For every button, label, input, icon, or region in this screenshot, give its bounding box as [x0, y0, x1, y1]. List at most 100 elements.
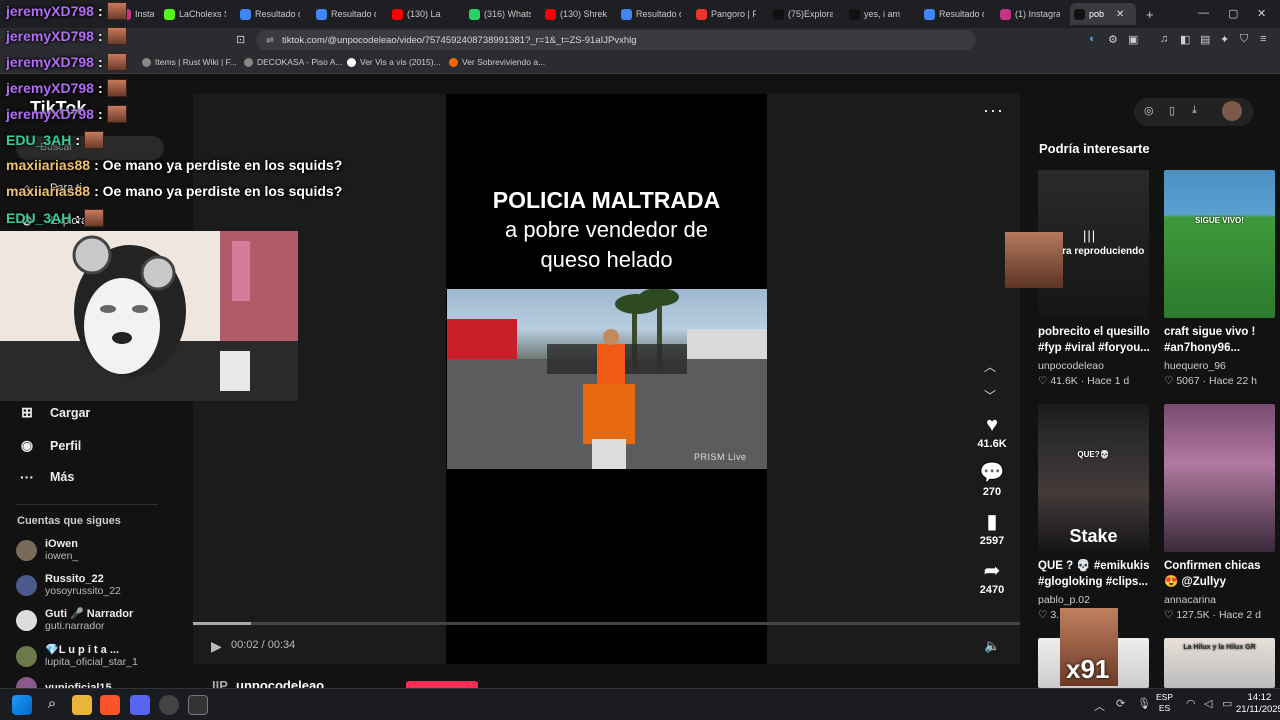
recommendation-title[interactable]: Confirmen chicas [1164, 559, 1280, 574]
search-icon[interactable]: ⌕ [42, 695, 62, 715]
chat-emote-icon [106, 27, 127, 45]
browser-tab[interactable]: (1) Instagra [996, 3, 1060, 25]
media-icon[interactable]: ♫ [1160, 33, 1168, 45]
browser-tab[interactable]: (130) La [388, 3, 454, 25]
avatar[interactable] [1222, 101, 1242, 121]
brave-icon[interactable] [100, 695, 120, 715]
recommendation-author[interactable]: annacarina [1164, 594, 1216, 606]
progress-track[interactable] [193, 622, 1020, 625]
bookmark-item[interactable]: DECOKASA - Piso A... [244, 57, 343, 67]
screenshot-icon[interactable]: ▣ [1128, 33, 1138, 46]
download-icon[interactable]: ⤓ [1192, 104, 1197, 117]
tab-label: (75)Explora [788, 9, 833, 19]
wifi-icon[interactable]: ◠ [1186, 697, 1196, 710]
recommendation-thumbnail[interactable]: La Hilux y la Hilux GR [1164, 638, 1275, 688]
file-explorer-icon[interactable] [72, 695, 92, 715]
browser-tab[interactable]: (316) Whats [465, 3, 531, 25]
chat-username: jeremyXD798 [6, 28, 94, 44]
bookmark-favicon-icon [244, 57, 253, 67]
chat-emote-icon [84, 209, 105, 227]
speaker-icon[interactable]: ◁ [1204, 697, 1212, 710]
bookmark-item[interactable]: Items | Rust Wiki | F... [142, 57, 237, 67]
browser-tab[interactable]: Resultado d [236, 3, 300, 25]
recommendation-author[interactable]: huequero_96 [1164, 360, 1226, 372]
thumbnail-caption: QUE?💀 [1077, 450, 1110, 459]
new-tab-button[interactable]: + [1146, 7, 1154, 22]
bookmark-item[interactable]: Ver Vis a vis (2015)... [347, 57, 441, 67]
recommendation-stats: ♡ 127.5K · Hace 2 d [1164, 609, 1261, 621]
sync-icon[interactable]: ⟳ [1116, 697, 1125, 710]
obs-icon[interactable] [159, 695, 179, 715]
vpn-icon[interactable]: ⛉ [1240, 33, 1248, 46]
following-heading: Cuentas que sigues [17, 515, 121, 527]
recommendations-heading: Podría interesarte [1039, 141, 1150, 156]
chat-message: EDU_3AH: [6, 131, 105, 149]
bookmark-icon[interactable]: ⊡ [236, 33, 245, 46]
equalizer-icon: ||| [1083, 228, 1097, 243]
more-options-icon[interactable]: ··· [983, 100, 1004, 121]
share-button[interactable]: ➦ 2470 [970, 560, 1014, 596]
recommendation-thumbnail[interactable]: QUE?💀 Stake [1038, 404, 1149, 552]
discord-icon[interactable] [130, 695, 150, 715]
browser-tab[interactable]: Pangoro | P [692, 3, 756, 25]
start-icon[interactable] [12, 695, 32, 715]
following-account[interactable]: 💎L u p i t a ... lupita_oficial_star_1 [16, 644, 138, 668]
browser-tab[interactable]: yes, i am [845, 3, 909, 25]
recommendation-title[interactable]: craft sigue vivo ! [1164, 325, 1280, 340]
recommendation-title[interactable]: #glogloking #clips... [1038, 575, 1154, 590]
tab-close-icon[interactable]: ✕ [1116, 9, 1124, 20]
following-account[interactable]: Russito_22 yosoyrussito_22 [16, 573, 121, 597]
save-button[interactable]: ▮ 2597 [970, 511, 1014, 547]
phone-icon[interactable]: ▯ [1169, 104, 1175, 117]
recommendation-title[interactable]: #fyp #viral #foryou... [1038, 341, 1154, 356]
clock[interactable]: 14:12 21/11/2025 [1236, 692, 1280, 716]
browser-tab[interactable]: pob ✕ [1070, 3, 1136, 25]
browser-tab[interactable]: Resultado d [312, 3, 376, 25]
minimize-button[interactable]: — [1198, 7, 1209, 19]
battery-icon[interactable]: ▭ [1222, 697, 1232, 710]
browser-tab[interactable]: (130) Shrek [541, 3, 607, 25]
coin-icon[interactable]: ◎ [1144, 104, 1154, 117]
tray-chevron-icon[interactable]: ︿ [1094, 698, 1105, 714]
recommendation-thumbnail[interactable]: SIGUE VIVO! [1164, 170, 1275, 318]
chat-text: : [75, 210, 81, 226]
volume-icon[interactable]: 🔈 [984, 638, 1000, 654]
nav-cargar[interactable]: ⊞ Cargar [18, 404, 90, 421]
recommendation-author[interactable]: unpocodeleao [1038, 360, 1104, 372]
following-account[interactable]: Guti 🎤 Narrador guti.narrador [16, 608, 133, 632]
menu-icon[interactable]: ≡ [1260, 33, 1266, 45]
bookmark-item[interactable]: Ver Sobreviviendo a... [449, 57, 545, 67]
browser-tab[interactable]: LaCholexs S [160, 3, 226, 25]
recommendation-author[interactable]: pablo_p.02 [1038, 594, 1090, 606]
bookmark-label: Items | Rust Wiki | F... [155, 57, 237, 67]
nav-ms[interactable]: ··· Más [18, 469, 74, 485]
sidebar-toggle-icon[interactable]: ◧ [1180, 33, 1190, 46]
extensions-icon[interactable]: ⚙ [1108, 33, 1118, 46]
browser-tab[interactable]: Resultado d [920, 3, 984, 25]
like-button[interactable]: ♥ 41.6K [970, 414, 1014, 450]
recommendation-title[interactable]: 😍 @Zullyy [1164, 575, 1280, 590]
chevron-up-icon[interactable]: ︿ [984, 358, 996, 375]
recommendation-title[interactable]: #an7hony96... [1164, 341, 1280, 356]
recommendation-title[interactable]: pobrecito el quesillo [1038, 325, 1154, 340]
recommendation-title[interactable]: QUE ? 💀 #emikukis [1038, 559, 1154, 574]
audio-icon[interactable]: ◖ [1088, 33, 1095, 45]
app-icon[interactable] [188, 695, 208, 715]
nav-perfil[interactable]: ◉ Perfil [18, 437, 81, 454]
leo-icon[interactable]: ✦ [1220, 33, 1229, 46]
chevron-down-icon[interactable]: ﹀ [984, 387, 996, 404]
browser-tab[interactable]: Resultado d [617, 3, 681, 25]
language-indicator[interactable]: ESP ES [1156, 692, 1173, 714]
site-info-icon[interactable]: ⇌ [266, 35, 274, 46]
maximize-button[interactable]: ▢ [1228, 7, 1238, 20]
play-icon[interactable]: ▶ [211, 638, 222, 655]
url-input[interactable]: ⇌ tiktok.com/@unpocodeleao/video/7574592… [256, 30, 976, 50]
mic-icon[interactable]: 🎙 [1137, 697, 1151, 710]
comment-button[interactable]: 💬 270 [970, 462, 1014, 498]
browser-tab[interactable]: (75)Explora [769, 3, 833, 25]
following-account[interactable]: iOwen iowen_ [16, 538, 78, 562]
tab-favicon-icon [316, 8, 327, 20]
recommendation-thumbnail[interactable] [1164, 404, 1275, 552]
close-window-button[interactable]: ✕ [1257, 7, 1266, 20]
wallet-icon[interactable]: ▤ [1200, 33, 1210, 46]
